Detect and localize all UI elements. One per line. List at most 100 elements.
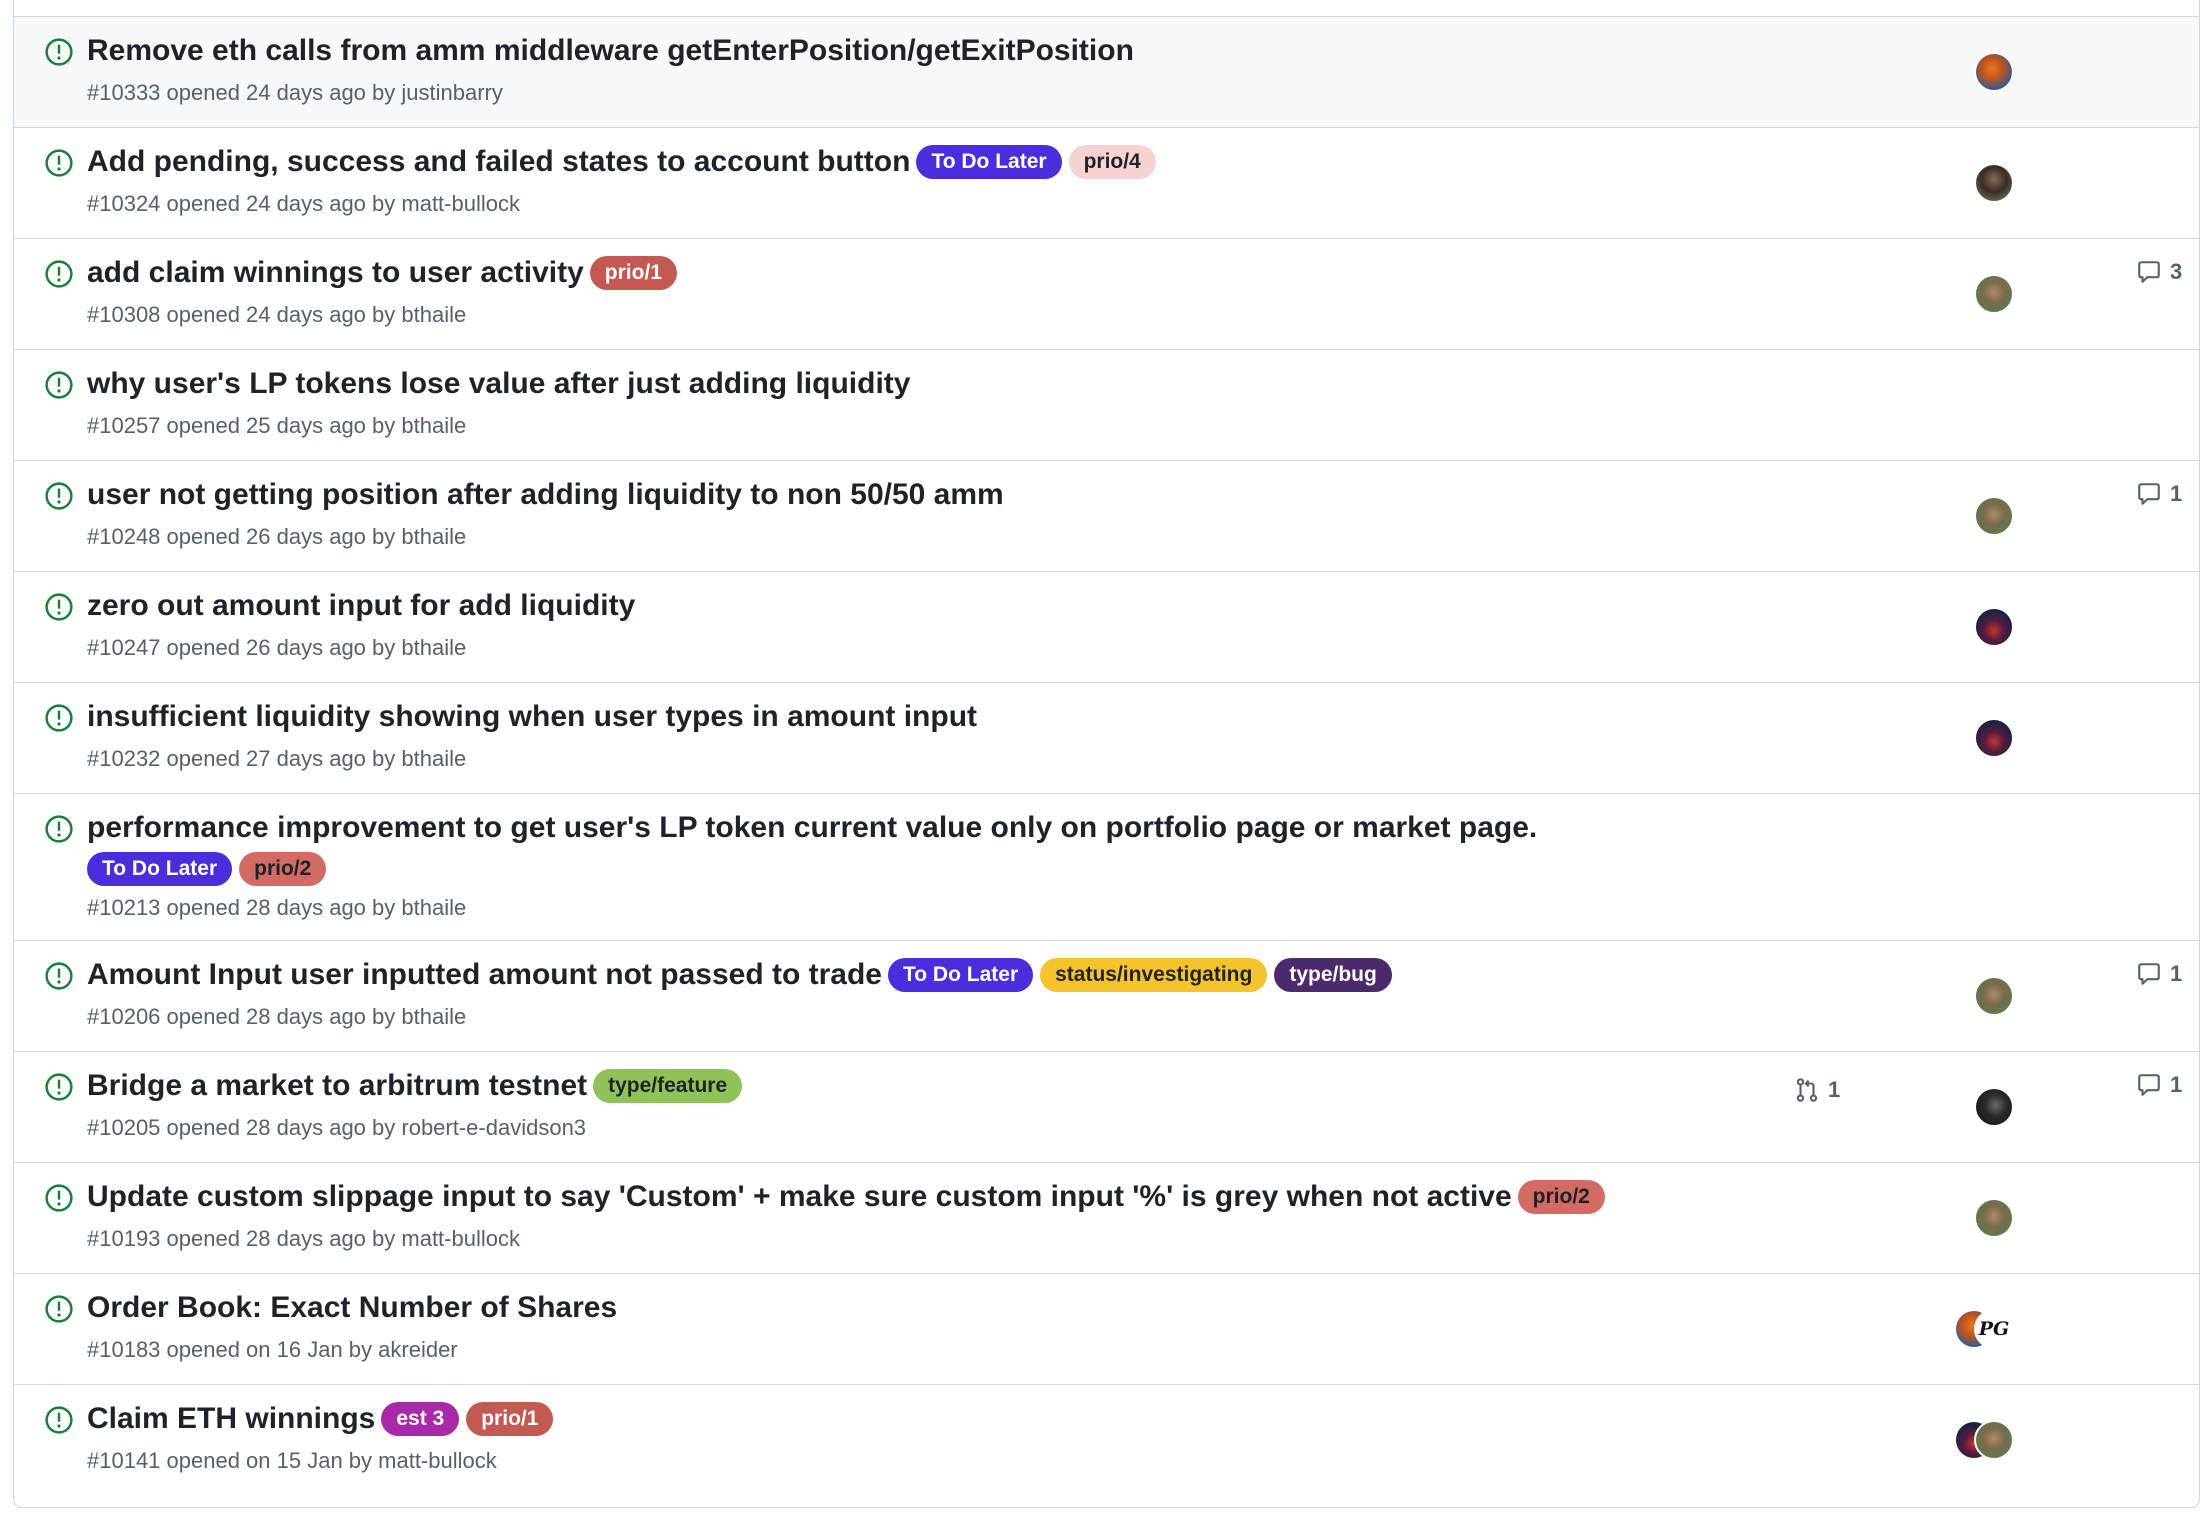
issue-title-line: zero out amount input for add liquidity (87, 586, 1699, 626)
comments-link[interactable]: 1 (2136, 961, 2182, 987)
comments-link[interactable]: 1 (2136, 481, 2182, 507)
issue-label[interactable]: prio/4 (1068, 145, 1156, 179)
assignee-avatars[interactable] (1962, 976, 2042, 1016)
issue-row[interactable]: zero out amount input for add liquidity #… (14, 572, 2199, 683)
issue-row[interactable]: Claim ETH winnings est 3 prio/1 #10141 open… (14, 1385, 2199, 1495)
avatar[interactable] (1974, 1198, 2014, 1238)
issue-content: Update custom slippage input to say 'Cus… (87, 1177, 1699, 1253)
issue-label[interactable]: type/bug (1274, 958, 1392, 992)
issue-label[interactable]: status/investigating (1040, 958, 1268, 992)
issue-title-link[interactable]: insufficient liquidity showing when user… (87, 697, 977, 737)
assignee-avatars[interactable] (1962, 163, 2042, 203)
avatar[interactable] (1974, 718, 2014, 758)
issue-opened-icon (45, 482, 73, 510)
issue-label[interactable]: prio/2 (239, 852, 327, 886)
avatar[interactable] (1974, 274, 2014, 314)
issue-title-link[interactable]: zero out amount input for add liquidity (87, 586, 635, 626)
issue-title-line: Order Book: Exact Number of Shares (87, 1288, 1699, 1328)
issue-title-line: add claim winnings to user activity prio/… (87, 253, 1699, 293)
issue-row[interactable]: Amount Input user inputted amount not pa… (14, 941, 2199, 1052)
comments-link[interactable]: 3 (2136, 259, 2182, 285)
issue-row[interactable]: Bridge a market to arbitrum testnet type/… (14, 1052, 2199, 1163)
issue-title-link[interactable]: Remove eth calls from amm middleware get… (87, 31, 1134, 71)
issue-row[interactable]: Add pending, success and failed states t… (14, 128, 2199, 239)
comments-link[interactable]: 1 (2136, 1072, 2182, 1098)
avatar[interactable] (1974, 52, 2014, 92)
issue-label[interactable]: prio/1 (589, 256, 677, 290)
issue-label[interactable]: To Do Later (888, 958, 1034, 992)
assignee-avatars[interactable] (1962, 718, 2042, 758)
issue-label[interactable]: prio/2 (1517, 1180, 1605, 1214)
assignee-avatars[interactable] (1962, 607, 2042, 647)
issue-title-line: insufficient liquidity showing when user… (87, 697, 1699, 737)
issue-title-line: performance improvement to get user's LP… (87, 808, 1699, 848)
issue-meta: #10308 opened 24 days ago by bthaile (87, 302, 467, 327)
comments-count: 3 (2170, 259, 2183, 284)
git-pull-request-icon (1796, 1078, 1818, 1102)
issue-title-link[interactable]: Bridge a market to arbitrum testnet (87, 1066, 587, 1106)
issue-meta: #10183 opened on 16 Jan by akreider (87, 1337, 458, 1362)
issue-row[interactable]: Update custom slippage input to say 'Cus… (14, 1163, 2199, 1274)
issue-title-link[interactable]: Amount Input user inputted amount not pa… (87, 955, 882, 995)
issue-content: insufficient liquidity showing when user… (87, 697, 1699, 773)
issue-title-line: Remove eth calls from amm middleware get… (87, 31, 1699, 71)
list-top-divider (14, 0, 2199, 17)
issue-title-link[interactable]: Add pending, success and failed states t… (87, 142, 910, 182)
avatar[interactable]: PG (1974, 1309, 2014, 1349)
issue-opened-icon (45, 1073, 73, 1101)
linked-pull-requests[interactable]: 1 (1794, 1077, 1840, 1103)
issue-title-line: Amount Input user inputted amount not pa… (87, 955, 1699, 995)
issue-opened-icon (45, 593, 73, 621)
issue-meta: #10248 opened 26 days ago by bthaile (87, 524, 467, 549)
issue-title-link[interactable]: user not getting position after adding l… (87, 475, 1004, 515)
issue-row[interactable]: user not getting position after adding l… (14, 461, 2199, 572)
issue-title-link[interactable]: Order Book: Exact Number of Shares (87, 1288, 617, 1328)
comment-icon (2138, 1074, 2160, 1096)
issue-opened-icon (45, 38, 73, 66)
issue-row[interactable]: Remove eth calls from amm middleware get… (14, 17, 2199, 128)
issue-content: Bridge a market to arbitrum testnet type/… (87, 1066, 1699, 1142)
issue-label[interactable]: prio/1 (466, 1402, 554, 1436)
avatar[interactable] (1974, 1420, 2014, 1460)
issue-meta: #10205 opened 28 days ago by robert-e-da… (87, 1115, 587, 1140)
issue-row[interactable]: add claim winnings to user activity prio/… (14, 239, 2199, 350)
comments-count: 1 (2170, 961, 2183, 986)
issue-opened-icon (45, 1184, 73, 1212)
issue-title-link[interactable]: why user's LP tokens lose value after ju… (87, 364, 910, 404)
avatar[interactable] (1974, 607, 2014, 647)
issue-row[interactable]: performance improvement to get user's LP… (14, 794, 2199, 941)
issue-title-link[interactable]: Claim ETH winnings (87, 1399, 375, 1439)
avatar[interactable] (1974, 1087, 2014, 1127)
assignee-avatars[interactable] (1962, 1087, 2042, 1127)
issues-list: Remove eth calls from amm middleware get… (13, 0, 2200, 1508)
issue-title-line: Add pending, success and failed states t… (87, 142, 1699, 182)
issue-meta: #10193 opened 28 days ago by matt-bulloc… (87, 1226, 520, 1251)
assignee-avatars[interactable] (1962, 52, 2042, 92)
issue-title-line: Claim ETH winnings est 3 prio/1 (87, 1399, 1699, 1439)
avatar[interactable] (1974, 976, 2014, 1016)
assignee-avatars[interactable] (1962, 274, 2042, 314)
issue-opened-icon (45, 1295, 73, 1323)
issue-opened-icon (45, 149, 73, 177)
assignee-avatars[interactable] (1954, 1420, 2042, 1460)
assignee-avatars[interactable] (1962, 1198, 2042, 1238)
avatar[interactable] (1974, 163, 2014, 203)
issue-opened-icon (45, 260, 73, 288)
issue-row[interactable]: why user's LP tokens lose value after ju… (14, 350, 2199, 461)
issue-title-link[interactable]: add claim winnings to user activity (87, 253, 584, 293)
issue-title-line: Update custom slippage input to say 'Cus… (87, 1177, 1699, 1217)
issue-label[interactable]: est 3 (381, 1402, 460, 1436)
issue-label[interactable]: type/feature (593, 1069, 743, 1103)
issue-labels: To Do Later prio/2 (87, 852, 1699, 886)
issue-label[interactable]: To Do Later (916, 145, 1062, 179)
issue-title-link[interactable]: Update custom slippage input to say 'Cus… (87, 1177, 1512, 1217)
issue-row[interactable]: Order Book: Exact Number of Shares #10183… (14, 1274, 2199, 1385)
issue-label[interactable]: To Do Later (87, 852, 233, 886)
assignee-avatars[interactable] (1962, 496, 2042, 536)
assignee-avatars[interactable]: PG (1954, 1309, 2042, 1349)
issue-meta: #10213 opened 28 days ago by bthaile (87, 895, 467, 920)
issue-meta: #10247 opened 26 days ago by bthaile (87, 635, 467, 660)
issue-title-link[interactable]: performance improvement to get user's LP… (87, 808, 1537, 848)
issue-row[interactable]: insufficient liquidity showing when user… (14, 683, 2199, 794)
avatar[interactable] (1974, 496, 2014, 536)
